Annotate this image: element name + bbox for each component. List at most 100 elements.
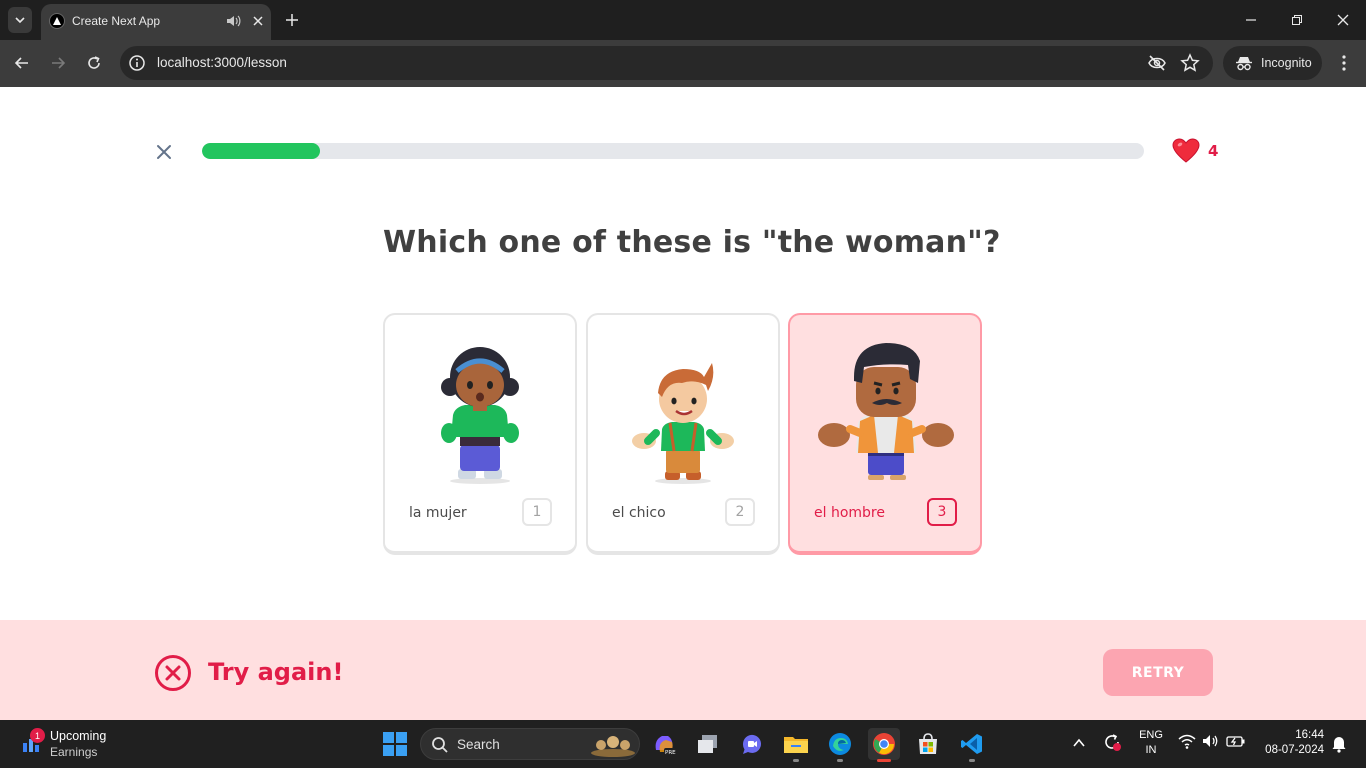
exit-lesson-button[interactable] [152, 140, 176, 164]
weather-widget[interactable]: 1 Upcoming Earnings [20, 728, 120, 760]
folder-icon [784, 737, 808, 753]
woman-illustration [441, 347, 519, 484]
running-indicator [877, 759, 891, 762]
running-indicator [837, 759, 843, 762]
task-view-icon [698, 735, 717, 753]
taskbar-edge[interactable] [824, 728, 856, 762]
close-icon [157, 145, 171, 159]
option-card-el-hombre[interactable]: el hombre 3 [788, 313, 982, 555]
option-card-el-chico[interactable]: el chico 2 [586, 313, 780, 555]
tab-close-button[interactable] [249, 12, 267, 30]
taskbar-teams-chat[interactable] [736, 728, 768, 760]
heart-icon [1172, 138, 1200, 163]
option-label: el hombre [814, 505, 885, 521]
option-shortcut-key: 1 [522, 498, 552, 526]
close-icon [253, 16, 263, 26]
browser-tab[interactable]: Create Next App [41, 4, 271, 40]
address-bar[interactable]: localhost:3000/lesson [120, 46, 1213, 80]
plus-icon [286, 14, 298, 26]
search-highlight-icon [591, 736, 635, 757]
option-shortcut-key: 3 [927, 498, 957, 526]
chat-icon [742, 734, 761, 754]
feedback-message: Try again! [208, 658, 344, 686]
windows-start-icon[interactable] [383, 732, 407, 756]
option-label: el chico [612, 505, 666, 521]
browser-menu-button[interactable] [1334, 51, 1354, 75]
minimize-button[interactable] [1239, 8, 1263, 32]
restore-button[interactable] [1285, 8, 1309, 32]
taskbar-vscode[interactable] [956, 728, 988, 762]
taskbar-chrome[interactable] [868, 728, 900, 762]
system-clock[interactable]: 16:44 08-07-2024 [1260, 728, 1324, 758]
bookmark-star-icon[interactable] [1180, 53, 1200, 73]
wifi-icon[interactable] [1178, 732, 1196, 750]
windows-taskbar: 1 Upcoming Earnings Search PRE ENG IN 16… [0, 720, 1366, 768]
minimize-icon [1246, 19, 1256, 21]
back-button[interactable] [10, 51, 34, 75]
battery-icon[interactable] [1226, 732, 1246, 750]
eye-off-icon[interactable] [1147, 54, 1167, 72]
clock-time: 16:44 [1295, 729, 1324, 741]
running-indicator [969, 759, 975, 762]
nextjs-favicon-icon [49, 13, 65, 29]
new-tab-button[interactable] [282, 10, 302, 30]
audio-playing-icon[interactable] [225, 13, 241, 29]
taskbar-search-box[interactable]: Search [420, 728, 640, 760]
taskbar-task-view[interactable] [692, 728, 724, 760]
svg-text:PRE: PRE [665, 750, 676, 756]
option-card-la-mujer[interactable]: la mujer 1 [383, 313, 577, 555]
arrow-right-icon [52, 57, 66, 69]
incognito-icon [1236, 57, 1252, 71]
notification-bell-icon[interactable] [1331, 735, 1347, 753]
copilot-icon: PRE [655, 736, 676, 756]
site-info-icon[interactable] [128, 54, 146, 72]
taskbar-copilot[interactable]: PRE [648, 728, 680, 760]
lang-line2: IN [1145, 744, 1157, 756]
reload-icon [88, 56, 100, 69]
option-shortcut-key: 2 [725, 498, 755, 526]
more-vertical-icon [1342, 55, 1346, 71]
man-illustration [818, 343, 954, 480]
reload-button[interactable] [82, 51, 106, 75]
vscode-icon [961, 734, 982, 754]
retry-button[interactable]: RETRY [1103, 649, 1213, 696]
arrow-left-icon [14, 57, 28, 69]
chevron-down-icon [15, 17, 25, 24]
language-indicator[interactable]: ENG IN [1138, 728, 1164, 758]
running-indicator [793, 759, 799, 762]
chevron-up-icon[interactable] [1072, 737, 1086, 749]
volume-icon[interactable] [1202, 732, 1220, 750]
close-icon [1337, 14, 1349, 26]
option-label: la mujer [409, 505, 467, 521]
lesson-page: 4 Which one of these is "the woman"? la … [0, 87, 1366, 720]
window-close-button[interactable] [1331, 8, 1355, 32]
taskbar-file-explorer[interactable] [780, 728, 812, 762]
browser-toolbar: localhost:3000/lesson Incognito [0, 40, 1366, 87]
url-text[interactable]: localhost:3000/lesson [157, 55, 287, 70]
search-label: Search [457, 737, 500, 752]
incognito-label: Incognito [1261, 56, 1312, 70]
lang-line1: ENG [1139, 729, 1163, 741]
incognito-indicator[interactable]: Incognito [1223, 46, 1322, 80]
tab-search-button[interactable] [8, 7, 32, 33]
feedback-footer: Try again! RETRY [0, 620, 1366, 720]
store-icon [919, 733, 937, 754]
clock-date: 08-07-2024 [1265, 744, 1324, 756]
edge-browser-icon [829, 733, 851, 755]
lesson-progress-bar [202, 143, 1144, 159]
chrome-browser-icon [873, 733, 895, 755]
progress-fill [202, 143, 320, 159]
forward-button[interactable] [46, 51, 70, 75]
widget-title: Upcoming [50, 729, 107, 743]
sync-icon[interactable] [1102, 732, 1122, 752]
tab-title: Create Next App [72, 14, 161, 28]
boy-illustration [632, 363, 734, 484]
browser-tab-bar: Create Next App [0, 0, 1366, 40]
hearts-count: 4 [1208, 142, 1219, 160]
widget-subtitle: Earnings [50, 745, 98, 759]
restore-icon [1292, 15, 1302, 25]
taskbar-ms-store[interactable] [912, 728, 944, 760]
widget-badge: 1 [30, 728, 45, 743]
search-icon [432, 737, 448, 753]
error-circle-x-icon [155, 655, 191, 691]
